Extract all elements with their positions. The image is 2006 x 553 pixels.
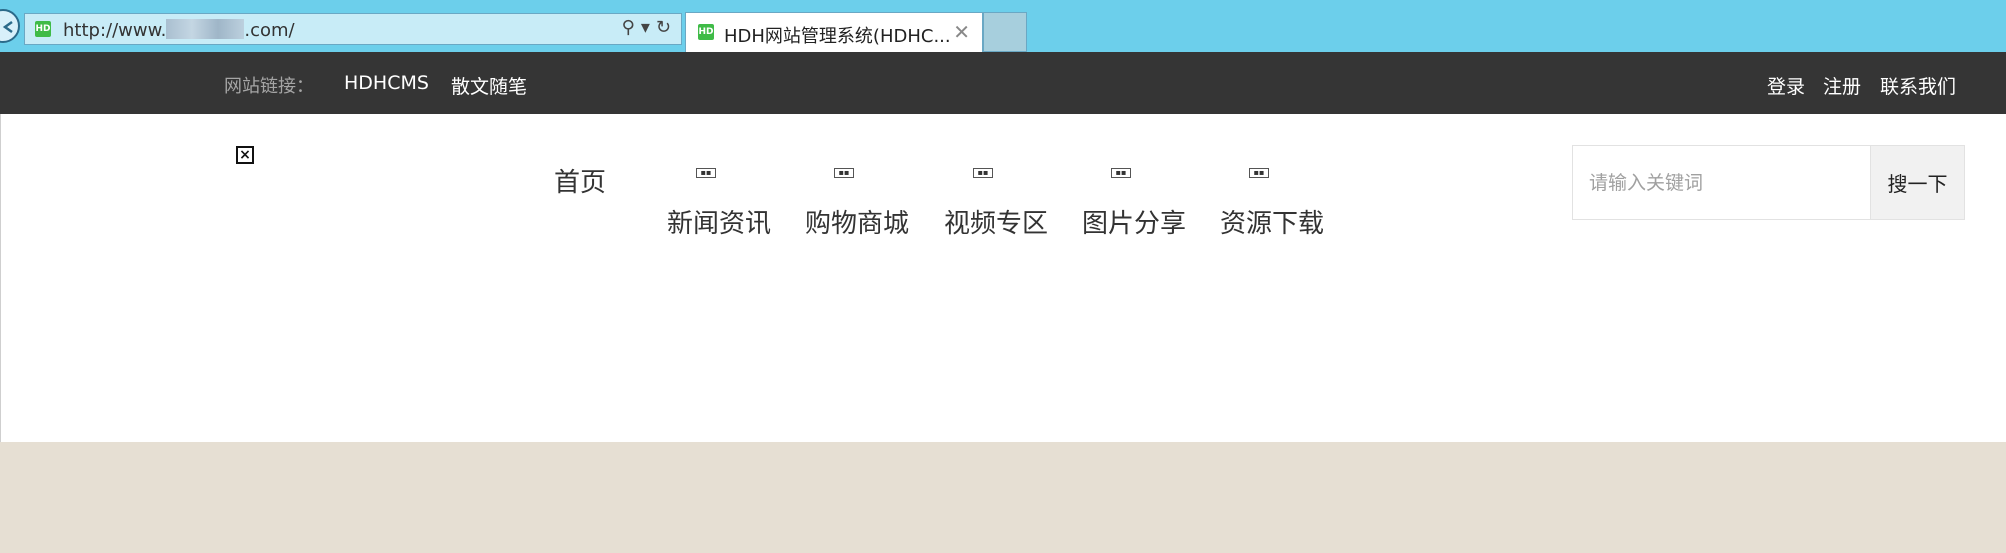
tab-title: HDH网站管理系统(HDHC... (724, 26, 951, 47)
url-redacted (166, 19, 245, 39)
browser-tab[interactable]: HD HDH网站管理系统(HDHC... ✕ (685, 12, 983, 52)
site-favicon-icon: HD (35, 21, 51, 37)
nav-news[interactable]: 新闻资讯 (667, 203, 771, 240)
url-suffix: .com/ (244, 20, 295, 41)
site-links-label: 网站链接： (224, 76, 314, 97)
nav-images[interactable]: 图片分享 (1082, 203, 1186, 240)
nav-downloads-image-icon: ▪▪ (1249, 168, 1269, 178)
login-link[interactable]: 登录 (1767, 72, 1805, 99)
nav-shop[interactable]: 购物商城 (805, 203, 909, 240)
search-button[interactable]: 搜一下 (1870, 146, 1964, 219)
dropdown-arrow-icon[interactable]: ▾ (641, 17, 650, 38)
address-bar[interactable]: HD http://www. .com/ ⚲ ▾ ↻ (24, 13, 682, 45)
back-button[interactable] (0, 9, 20, 43)
nav-downloads[interactable]: 资源下载 (1220, 203, 1324, 240)
search-box: 搜一下 (1572, 145, 1965, 220)
site-link-essays[interactable]: 散文随笔 (451, 72, 527, 99)
contact-link[interactable]: 联系我们 (1880, 72, 1956, 99)
nav-news-image-icon: ▪▪ (696, 168, 716, 178)
site-topbar: 网站链接： HDHCMS 散文随笔 登录 注册 联系我们 (0, 52, 2006, 114)
nav-video-image-icon: ▪▪ (973, 168, 993, 178)
address-bar-actions: ⚲ ▾ ↻ (616, 17, 671, 38)
content-background-band (0, 442, 2006, 553)
new-tab-button[interactable] (983, 12, 1027, 52)
register-link[interactable]: 注册 (1823, 72, 1861, 99)
browser-chrome: HD http://www. .com/ ⚲ ▾ ↻ HD HDH网站管理系统(HDH… (0, 0, 2006, 52)
tab-favicon-icon: HD (698, 24, 714, 40)
url-text[interactable]: http://www. .com/ (63, 19, 295, 41)
nav-video[interactable]: 视频专区 (944, 203, 1048, 240)
search-icon[interactable]: ⚲ (622, 17, 635, 38)
refresh-icon[interactable]: ↻ (656, 17, 671, 38)
url-prefix: http://www. (63, 20, 167, 41)
nav-home[interactable]: 首页 (554, 162, 606, 199)
tab-close-icon[interactable]: ✕ (953, 20, 970, 44)
back-arrow-icon (2, 20, 13, 34)
nav-images-image-icon: ▪▪ (1111, 168, 1131, 178)
site-link-hdhcms[interactable]: HDHCMS (344, 72, 429, 94)
broken-logo-image-icon[interactable]: × (236, 146, 254, 164)
search-input[interactable] (1573, 146, 1871, 219)
nav-shop-image-icon: ▪▪ (834, 168, 854, 178)
